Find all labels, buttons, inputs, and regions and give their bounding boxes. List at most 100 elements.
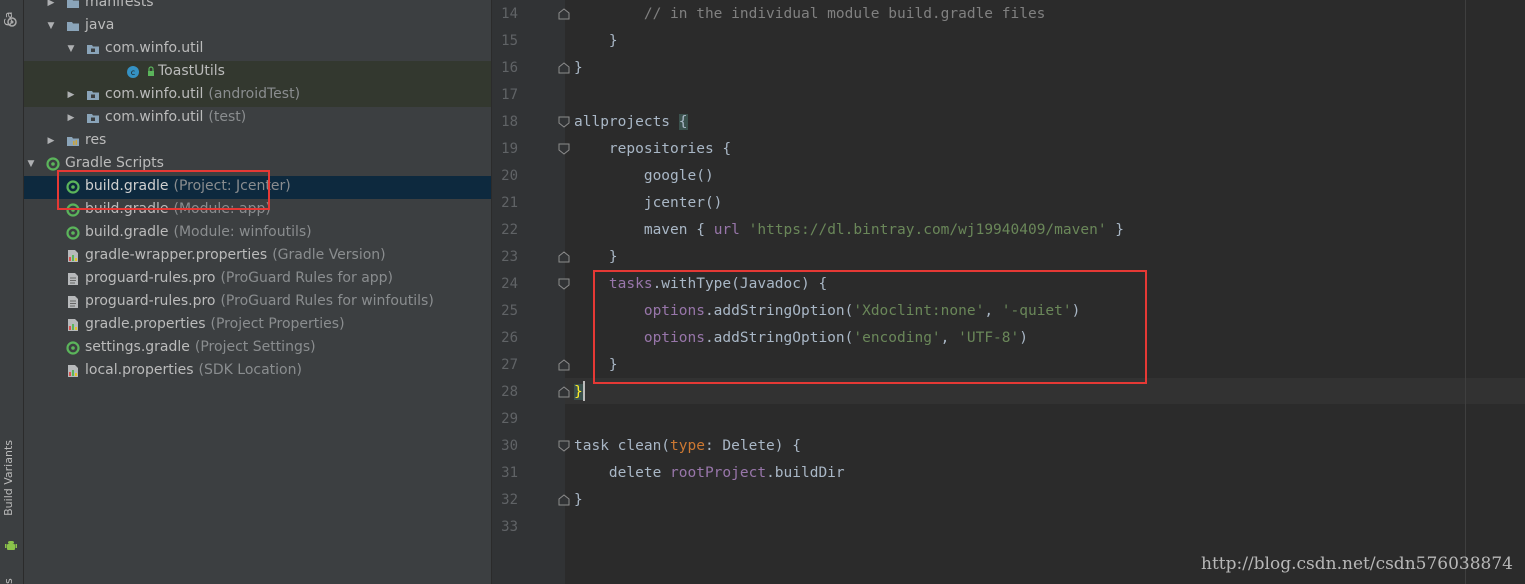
fold-marker-icon[interactable] [558, 116, 570, 128]
code-token: .addStringOption( [704, 303, 854, 319]
fold-marker-icon[interactable] [558, 359, 570, 371]
code-line[interactable]: options.addStringOption('Xdoclint:none',… [574, 298, 1081, 325]
code-token: allprojects [574, 114, 679, 130]
expand-arrow-icon[interactable]: ▼ [26, 159, 36, 169]
code-line[interactable]: } [574, 244, 618, 271]
collapse-arrow-icon[interactable]: ▶ [46, 0, 56, 8]
code-line[interactable]: allprojects { [574, 109, 688, 136]
tree-item[interactable]: ▼ java [24, 15, 491, 38]
tree-item-hint: (ProGuard Rules for winfoutils) [220, 293, 434, 309]
tree-item-name: com.winfo.util [105, 86, 204, 102]
code-token: , [940, 330, 959, 346]
code-token: type [670, 438, 705, 454]
tree-item-name: proguard-rules.pro [85, 270, 216, 286]
code-line[interactable]: options.addStringOption('encoding', 'UTF… [574, 325, 1028, 352]
code-line[interactable]: } [574, 28, 618, 55]
code-line[interactable]: } [574, 55, 583, 82]
tree-item-label: build.gradle (Module: app) [85, 201, 271, 217]
tree-item-hint: (Project Properties) [210, 316, 345, 332]
code-line[interactable]: // in the individual module build.gradle… [574, 1, 1046, 28]
line-number: 25 [501, 303, 518, 319]
collapse-arrow-icon[interactable]: ▶ [46, 136, 56, 146]
line-number: 21 [501, 195, 518, 211]
tree-item-name: proguard-rules.pro [85, 293, 216, 309]
collapse-arrow-icon[interactable]: ▶ [66, 113, 76, 123]
tree-item[interactable]: ▶ manifests [24, 0, 491, 15]
code-line[interactable]: tasks.withType(Javadoc) { [574, 271, 827, 298]
tree-item-label: settings.gradle (Project Settings) [85, 339, 316, 355]
code-token: delete [574, 465, 671, 481]
expand-arrow-icon[interactable]: ▼ [46, 21, 56, 31]
tree-item[interactable]: proguard-rules.pro (ProGuard Rules for ap… [24, 268, 491, 291]
fold-marker-icon[interactable] [558, 251, 570, 263]
tree-item[interactable]: settings.gradle (Project Settings) [24, 337, 491, 360]
code-token: maven { [574, 222, 714, 238]
tree-item-label: gradle.properties (Project Properties) [85, 316, 345, 332]
code-token: repositories { [574, 141, 732, 157]
tree-item-hint: (Project Settings) [194, 339, 316, 355]
code-token: 'Xdoclint:none' [853, 303, 985, 319]
build-variants-tab[interactable]: Build Variants [2, 440, 15, 516]
code-line[interactable]: } [574, 379, 583, 406]
code-token: options [643, 303, 705, 319]
left-tool-strip: Ca Build Variants s [0, 0, 24, 584]
tree-item-label: Gradle Scripts [65, 155, 164, 171]
tree-item[interactable]: c ToastUtils [24, 61, 491, 84]
tree-item[interactable]: ▼ Gradle Scripts [24, 153, 491, 176]
fold-marker-icon[interactable] [558, 440, 570, 452]
line-number: 28 [501, 384, 518, 400]
code-token: 'encoding' [853, 330, 941, 346]
class-icon: c [126, 65, 140, 79]
code-line[interactable]: } [574, 352, 618, 379]
expand-arrow-icon[interactable]: ▼ [66, 44, 76, 54]
tree-item-hint: (test) [208, 109, 247, 125]
code-line[interactable]: jcenter() [574, 190, 723, 217]
line-number: 20 [501, 168, 518, 184]
tree-item[interactable]: gradle-wrapper.properties (Gradle Version… [24, 245, 491, 268]
code-line[interactable]: delete rootProject.buildDir [574, 460, 845, 487]
text-caret [583, 381, 585, 401]
tree-item-name: Gradle Scripts [65, 155, 164, 171]
code-token: .addStringOption( [704, 330, 854, 346]
code-line[interactable]: repositories { [574, 136, 731, 163]
tree-item-name: build.gradle [85, 201, 169, 217]
tree-item[interactable]: ▼ com.winfo.util [24, 38, 491, 61]
fold-marker-icon[interactable] [558, 8, 570, 20]
code-token: : Delete) { [704, 438, 801, 454]
code-line[interactable]: } [574, 487, 583, 514]
code-token: .buildDir [766, 465, 845, 481]
tree-item-label: com.winfo.util [105, 40, 203, 56]
fold-marker-icon[interactable] [558, 143, 570, 155]
fold-marker-icon[interactable] [558, 494, 570, 506]
line-number: 31 [501, 465, 518, 481]
code-token: } [574, 249, 618, 265]
line-number: 26 [501, 330, 518, 346]
fold-marker-icon[interactable] [558, 62, 570, 74]
code-token: ) [1019, 330, 1028, 346]
tree-item[interactable]: ▶ com.winfo.util (androidTest) [24, 84, 491, 107]
tree-item[interactable]: build.gradle (Project: Jcenter) [24, 176, 491, 199]
code-token: google() [574, 168, 714, 184]
current-line-highlight [565, 378, 1525, 404]
watermark: http://blog.csdn.net/csdn576038874 [1201, 554, 1513, 574]
code-line[interactable]: google() [574, 163, 714, 190]
tree-item[interactable]: build.gradle (Module: app) [24, 199, 491, 222]
code-line[interactable]: task clean(type: Delete) { [574, 433, 801, 460]
tree-item[interactable]: local.properties (SDK Location) [24, 360, 491, 383]
tree-item[interactable]: ▶ res [24, 130, 491, 153]
code-line[interactable]: maven { url 'https://dl.bintray.com/wj19… [574, 217, 1124, 244]
bottom-tab[interactable]: s [2, 574, 15, 584]
line-number: 22 [501, 222, 518, 238]
tree-item[interactable]: proguard-rules.pro (ProGuard Rules for wi… [24, 291, 491, 314]
tree-item-label: proguard-rules.pro (ProGuard Rules for wi… [85, 293, 434, 309]
tree-item[interactable]: ▶ com.winfo.util (test) [24, 107, 491, 130]
properties-icon [66, 249, 80, 263]
fold-marker-icon[interactable] [558, 386, 570, 398]
collapse-arrow-icon[interactable]: ▶ [66, 90, 76, 100]
tree-item-label: ToastUtils [158, 63, 225, 79]
tree-item[interactable]: gradle.properties (Project Properties) [24, 314, 491, 337]
fold-marker-icon[interactable] [558, 278, 570, 290]
tree-item[interactable]: build.gradle (Module: winfoutils) [24, 222, 491, 245]
line-number: 27 [501, 357, 518, 373]
code-editor[interactable]: 14 // in the individual module build.gra… [492, 0, 1525, 584]
